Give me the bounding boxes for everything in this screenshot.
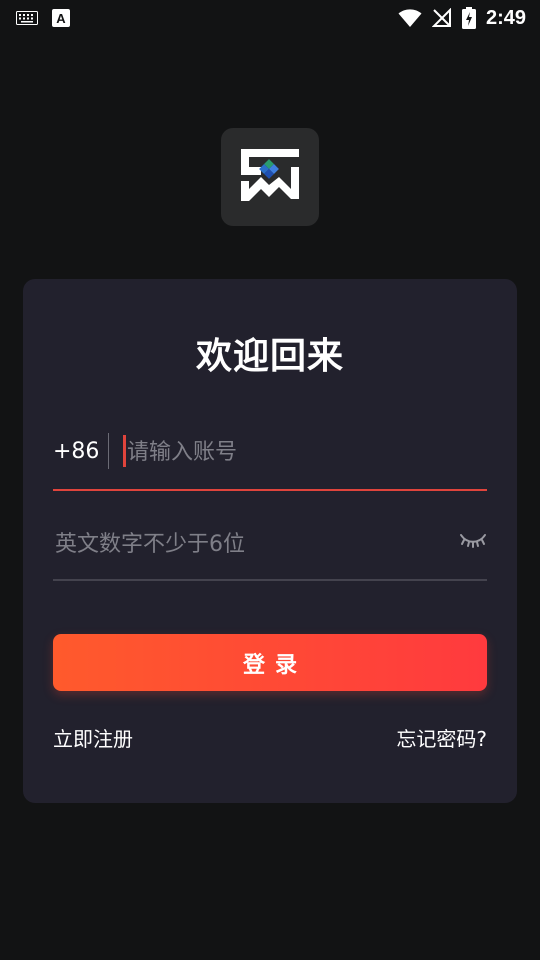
country-code-selector[interactable]: +86 bbox=[53, 439, 99, 464]
font-a-icon: A bbox=[52, 9, 70, 27]
login-card: 欢迎回来 +86 登录 立即注册 忘记密码? bbox=[23, 279, 517, 803]
keyboard-icon bbox=[16, 11, 38, 25]
login-button[interactable]: 登录 bbox=[53, 634, 487, 691]
status-left: A bbox=[16, 9, 70, 27]
account-input[interactable] bbox=[125, 433, 469, 471]
eye-closed-icon[interactable] bbox=[459, 531, 487, 551]
field-divider bbox=[108, 433, 109, 469]
svg-text:A: A bbox=[56, 11, 66, 26]
clock-time: 2:49 bbox=[485, 6, 526, 29]
wifi-icon bbox=[398, 8, 422, 28]
forgot-password-link[interactable]: 忘记密码? bbox=[396, 723, 487, 752]
register-link[interactable]: 立即注册 bbox=[53, 723, 133, 752]
status-bar: A 2:49 bbox=[0, 0, 540, 36]
password-input[interactable] bbox=[53, 525, 437, 563]
app-logo bbox=[221, 128, 319, 226]
app-logo-icon bbox=[239, 147, 301, 207]
account-field-row: +86 bbox=[53, 429, 487, 491]
status-right: 2:49 bbox=[398, 7, 526, 30]
no-signal-icon bbox=[431, 8, 452, 28]
page-title: 欢迎回来 bbox=[195, 336, 344, 377]
password-field-row bbox=[53, 519, 487, 581]
battery-charging-icon bbox=[461, 7, 476, 29]
